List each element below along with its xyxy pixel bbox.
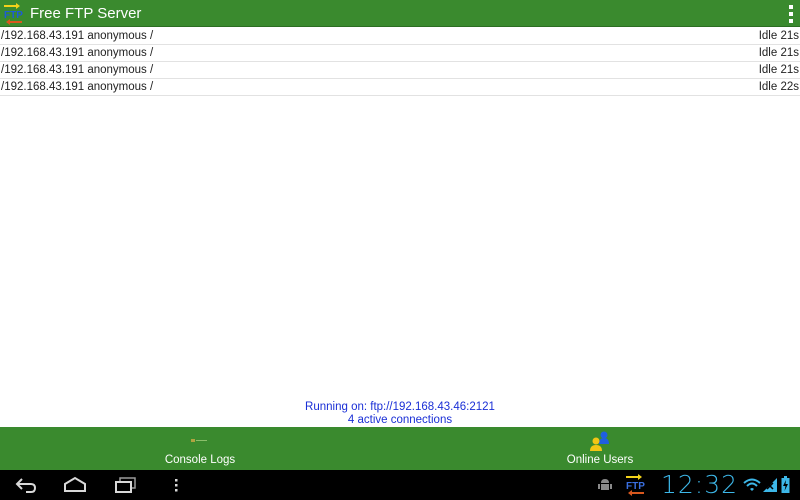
connection-row[interactable]: /192.168.43.191 anonymous / Idle 22s bbox=[0, 79, 800, 96]
connection-client: /192.168.43.191 anonymous / bbox=[1, 81, 154, 93]
tab-online-users-label: Online Users bbox=[566, 454, 634, 466]
connection-status: Idle 21s bbox=[758, 64, 799, 76]
ftp-app-icon[interactable]: FTP bbox=[2, 2, 26, 25]
recent-apps-icon[interactable] bbox=[113, 476, 139, 494]
action-bar: FTP Free FTP Server bbox=[0, 0, 800, 27]
android-debug-icon bbox=[598, 479, 612, 490]
server-url: Running on: ftp://192.168.43.46:2121 bbox=[305, 401, 495, 413]
battery-icon bbox=[781, 476, 790, 493]
console-logs-icon bbox=[191, 439, 207, 442]
ftp-notification-icon: FTP bbox=[626, 474, 645, 496]
online-users-icon bbox=[590, 431, 609, 451]
active-connections-count: 4 active connections bbox=[347, 414, 453, 426]
bottom-tab-bar: Console Logs Online Users bbox=[0, 427, 800, 470]
connection-status: Idle 22s bbox=[758, 81, 799, 93]
back-icon[interactable] bbox=[14, 476, 38, 494]
overflow-menu-icon[interactable] bbox=[788, 5, 794, 23]
wifi-icon bbox=[743, 478, 761, 491]
server-status: Running on: ftp://192.168.43.46:2121 4 a… bbox=[0, 401, 800, 427]
connection-status: Idle 21s bbox=[758, 47, 799, 59]
connection-client: /192.168.43.191 anonymous / bbox=[1, 47, 154, 59]
home-icon[interactable] bbox=[62, 476, 88, 494]
tab-console-logs-label: Console Logs bbox=[164, 454, 236, 466]
clock[interactable]: 12:32 bbox=[661, 470, 738, 500]
connection-list: /192.168.43.191 anonymous / Idle 21s /19… bbox=[0, 28, 800, 96]
svg-text:FTP: FTP bbox=[4, 10, 23, 21]
tab-console-logs[interactable]: Console Logs bbox=[0, 427, 400, 470]
connection-row[interactable]: /192.168.43.191 anonymous / Idle 21s bbox=[0, 28, 800, 45]
system-navigation-bar: FTP 12:32 bbox=[0, 470, 800, 500]
menu-icon[interactable] bbox=[172, 476, 180, 494]
connection-row[interactable]: /192.168.43.191 anonymous / Idle 21s bbox=[0, 62, 800, 79]
connection-client: /192.168.43.191 anonymous / bbox=[1, 64, 154, 76]
app-title: Free FTP Server bbox=[30, 5, 142, 22]
tab-online-users[interactable]: Online Users bbox=[400, 427, 800, 470]
signal-icon bbox=[763, 478, 777, 492]
connection-row[interactable]: /192.168.43.191 anonymous / Idle 21s bbox=[0, 45, 800, 62]
svg-text:FTP: FTP bbox=[626, 481, 645, 492]
connection-status: Idle 21s bbox=[758, 30, 799, 42]
connection-client: /192.168.43.191 anonymous / bbox=[1, 30, 154, 42]
